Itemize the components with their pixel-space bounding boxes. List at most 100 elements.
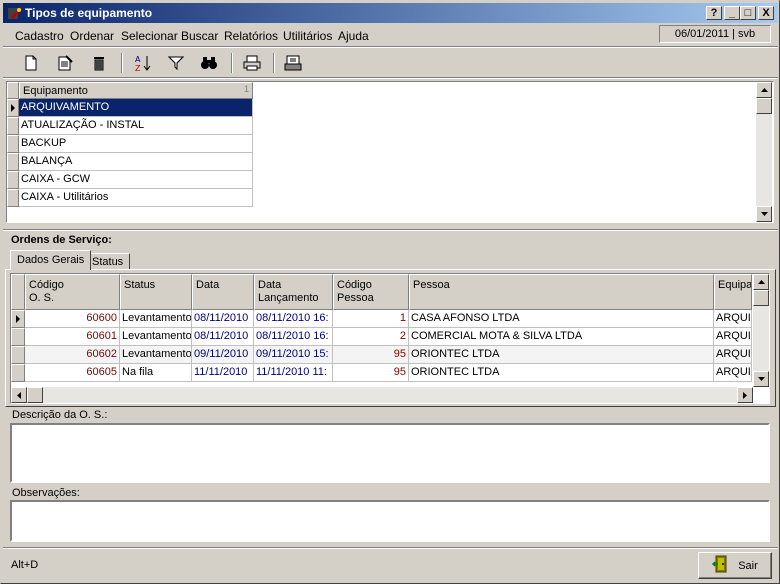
orders-hscrollbar[interactable] <box>11 387 753 403</box>
col-codigo-os-header[interactable]: Código O. S. <box>25 274 120 310</box>
row-indicator[interactable] <box>11 328 25 346</box>
col-codigo-os-cell[interactable]: 60605 <box>25 364 120 382</box>
scroll-thumb[interactable] <box>27 387 43 403</box>
grid-corner <box>11 274 25 310</box>
row-indicator[interactable] <box>7 171 19 189</box>
scroll-left-button[interactable] <box>11 387 27 403</box>
equipment-row[interactable]: ARQUIVAMENTO <box>19 99 253 117</box>
equipment-vscrollbar[interactable] <box>756 82 772 222</box>
col-codigo-pessoa-cell[interactable]: 95 <box>333 346 409 364</box>
scroll-down-button[interactable] <box>756 206 772 222</box>
exit-door-icon <box>712 555 730 576</box>
scroll-down-button[interactable] <box>753 371 769 387</box>
descricao-memo[interactable] <box>10 423 770 483</box>
col-status-cell[interactable]: Na fila <box>120 364 192 382</box>
col-pessoa-cell[interactable]: COMERCIAL MOTA & SILVA LTDA <box>409 328 714 346</box>
equipment-row[interactable]: BALANÇA <box>19 153 253 171</box>
col-data-lancamento-cell[interactable]: 08/11/2010 16: <box>254 328 333 346</box>
delete-icon[interactable] <box>87 51 111 75</box>
menu-relatorios[interactable]: Relatórios <box>224 29 278 43</box>
observacoes-memo[interactable] <box>10 500 770 542</box>
menu-buscar[interactable]: Buscar <box>181 29 218 43</box>
col-equipamento-cell[interactable]: ARQUIV <box>714 310 752 328</box>
orders-section-label: Ordens de Serviço: <box>11 234 112 246</box>
scroll-right-button[interactable] <box>737 387 753 403</box>
row-indicator[interactable] <box>7 153 19 171</box>
col-equipamento-cell[interactable]: ARQUIV <box>714 364 752 382</box>
col-status-header[interactable]: Status <box>120 274 192 310</box>
col-codigo-pessoa-cell[interactable]: 1 <box>333 310 409 328</box>
col-codigo-pessoa-cell[interactable]: 95 <box>333 364 409 382</box>
svg-text:Z: Z <box>135 64 141 72</box>
row-indicator[interactable] <box>7 99 19 117</box>
col-pessoa-cell[interactable]: ORIONTEC LTDA <box>409 346 714 364</box>
row-indicator[interactable] <box>7 189 19 207</box>
col-pessoa-cell[interactable]: CASA AFONSO LTDA <box>409 310 714 328</box>
col-pessoa-cell[interactable]: ORIONTEC LTDA <box>409 364 714 382</box>
col-data-header[interactable]: Data <box>192 274 254 310</box>
menu-utilitarios[interactable]: Utilitários <box>283 29 332 43</box>
col-data-lancamento-cell[interactable]: 11/11/2010 11: <box>254 364 333 382</box>
grid-corner <box>7 82 19 99</box>
scroll-up-button[interactable] <box>753 274 769 290</box>
col-codigo-os-cell[interactable]: 60601 <box>25 328 120 346</box>
row-indicator[interactable] <box>11 310 25 328</box>
scroll-thumb[interactable] <box>756 98 772 114</box>
row-indicator[interactable] <box>7 117 19 135</box>
binoculars-icon[interactable] <box>197 51 221 75</box>
menu-ordenar[interactable]: Ordenar <box>70 29 114 43</box>
col-status-cell[interactable]: Levantamento <box>120 328 192 346</box>
help-button[interactable]: ? <box>706 6 722 20</box>
scroll-up-button[interactable] <box>756 82 772 98</box>
equipment-column-header[interactable]: Equipamento 1 <box>19 82 253 99</box>
col-codigo-os-cell[interactable]: 60602 <box>25 346 120 364</box>
col-equipamento-cell[interactable]: ARQUIV <box>714 346 752 364</box>
row-indicator[interactable] <box>7 135 19 153</box>
maximize-button[interactable]: □ <box>740 6 756 20</box>
new-icon[interactable] <box>19 51 43 75</box>
scroll-thumb[interactable] <box>753 290 769 306</box>
menu-cadastro[interactable]: Cadastro <box>15 29 64 43</box>
menu-ajuda[interactable]: Ajuda <box>338 29 369 43</box>
edit-icon[interactable] <box>53 51 77 75</box>
exit-button-label: Sair <box>738 559 758 572</box>
sort-az-icon[interactable]: AZ <box>131 51 155 75</box>
minimize-button[interactable]: _ <box>724 6 740 20</box>
col-data-lancamento-cell[interactable]: 08/11/2010 16: <box>254 310 333 328</box>
equipment-row[interactable]: BACKUP <box>19 135 253 153</box>
col-status-cell[interactable]: Levantamento <box>120 346 192 364</box>
col-codigo-os-cell[interactable]: 60600 <box>25 310 120 328</box>
export-icon[interactable] <box>281 51 305 75</box>
orders-grid[interactable]: Código O. S. Status Data Data Lançamento Cód… <box>10 273 770 404</box>
col-pessoa-header[interactable]: Pessoa <box>409 274 714 310</box>
row-indicator[interactable] <box>11 346 25 364</box>
orders-vscrollbar[interactable] <box>753 274 769 387</box>
app-icon <box>7 5 23 21</box>
col-equipamento-header[interactable]: Equipam <box>714 274 752 310</box>
close-button[interactable]: X <box>758 6 774 20</box>
equipment-row[interactable]: CAIXA - GCW <box>19 171 253 189</box>
toolbar: AZ <box>3 49 778 77</box>
col-data-cell[interactable]: 09/11/2010 <box>192 346 254 364</box>
col-status-cell[interactable]: Levantamento <box>120 310 192 328</box>
equipment-row[interactable]: CAIXA - Utilitários <box>19 189 253 207</box>
equipment-grid[interactable]: Equipamento 1 ARQUIVAMENTO ATUALIZAÇÃO - … <box>6 81 774 223</box>
col-codigo-pessoa-cell[interactable]: 2 <box>333 328 409 346</box>
print-icon[interactable] <box>240 51 264 75</box>
col-codigo-pessoa-header[interactable]: Código Pessoa <box>333 274 409 310</box>
filter-icon[interactable] <box>164 51 188 75</box>
exit-button[interactable]: Sair <box>698 552 772 579</box>
col-data-cell[interactable]: 11/11/2010 <box>192 364 254 382</box>
menu-selecionar[interactable]: Selecionar <box>121 29 178 43</box>
tab-dados-gerais[interactable]: Dados Gerais <box>10 250 92 270</box>
col-data-lancamento-cell[interactable]: 09/11/2010 15: <box>254 346 333 364</box>
row-indicator[interactable] <box>11 364 25 382</box>
equipment-row[interactable]: ATUALIZAÇÃO - INSTAL <box>19 117 253 135</box>
col-data-lancamento-header[interactable]: Data Lançamento <box>254 274 333 310</box>
col-data-cell[interactable]: 08/11/2010 <box>192 328 254 346</box>
tab-status[interactable]: Status <box>85 253 131 270</box>
title-bar[interactable]: Tipos de equipamento ? _ □ X <box>3 3 778 23</box>
menu-separator <box>3 46 778 48</box>
col-equipamento-cell[interactable]: ARQUIV <box>714 328 752 346</box>
col-data-cell[interactable]: 08/11/2010 <box>192 310 254 328</box>
